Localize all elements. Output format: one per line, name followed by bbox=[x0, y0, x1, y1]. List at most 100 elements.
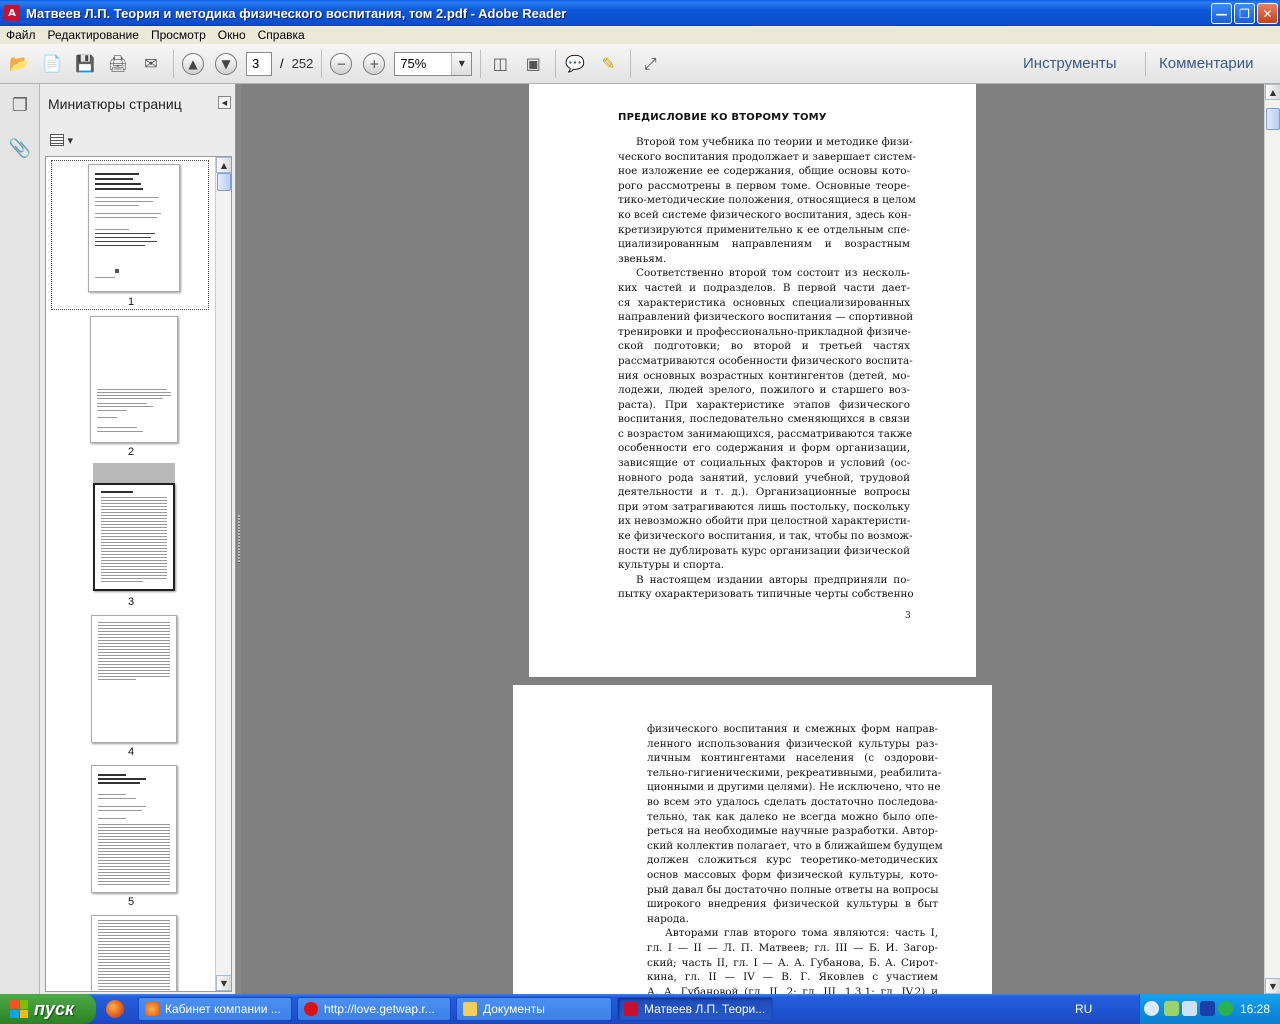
window-title: Матвеев Л.П. Теория и методика физическо… bbox=[26, 5, 567, 21]
page-count: 252 bbox=[291, 56, 314, 71]
tray-antivirus-icon[interactable] bbox=[1164, 1001, 1179, 1016]
zoom-select[interactable]: 75% ▼ bbox=[394, 51, 473, 76]
network-icon[interactable] bbox=[1182, 1001, 1197, 1016]
zoom-out-button[interactable]: − bbox=[327, 50, 355, 78]
highlight-icon[interactable]: ✎ bbox=[594, 50, 622, 78]
scrollbar-thumb[interactable] bbox=[217, 173, 231, 191]
menu-window[interactable]: Окно bbox=[212, 28, 252, 42]
thumbnail-label: 4 bbox=[127, 746, 135, 758]
firefox-icon[interactable] bbox=[106, 1000, 124, 1018]
thumbnail-page-6[interactable] bbox=[46, 913, 216, 991]
windows-logo-icon bbox=[10, 1000, 28, 1018]
create-pdf-icon[interactable]: 📄 bbox=[38, 50, 66, 78]
thumbnail-page-1[interactable]: 1 bbox=[46, 160, 216, 312]
page-thumbnails-icon[interactable]: ❐ bbox=[9, 94, 31, 116]
pdf-icon: A bbox=[4, 5, 20, 21]
thumbnail-list[interactable]: 1 2 3 4 5 ▲ ▼ bbox=[45, 156, 232, 992]
thumbnail-page-3[interactable]: 3 bbox=[46, 463, 216, 613]
system-tray: 16:28 bbox=[1139, 994, 1280, 1024]
scroll-up-icon[interactable]: ▲ bbox=[1265, 84, 1280, 100]
scrollbar-thumb[interactable] bbox=[1266, 108, 1280, 130]
email-icon[interactable]: ✉ bbox=[137, 50, 165, 78]
thumbnail-page-2[interactable]: 2 bbox=[46, 313, 216, 463]
thumbnail-image bbox=[91, 915, 177, 991]
print-icon[interactable]: 🖨 bbox=[104, 50, 132, 78]
thumbnail-options-button[interactable]: ▾ bbox=[50, 132, 76, 148]
taskbar-item-documents[interactable]: Документы bbox=[456, 997, 612, 1021]
document-scrollbar[interactable]: ▲ ▼ bbox=[1264, 84, 1280, 994]
next-page-button[interactable]: ▼ bbox=[212, 50, 240, 78]
document-view[interactable]: ПРЕДИСЛОВИЕ КО ВТОРОМУ ТОМУ Второй том у… bbox=[237, 84, 1264, 994]
page-number: 3 bbox=[905, 611, 911, 621]
zoom-in-button[interactable]: + bbox=[360, 50, 388, 78]
start-label: пуск bbox=[34, 998, 75, 1019]
page-separator: / bbox=[280, 56, 284, 71]
options-icon bbox=[50, 134, 64, 146]
collapse-pane-button[interactable]: ◀ bbox=[218, 96, 231, 109]
page-number-input[interactable]: 3 bbox=[246, 51, 272, 76]
thumbnail-image bbox=[88, 164, 180, 292]
thumbnails-scrollbar[interactable]: ▲ ▼ bbox=[215, 157, 231, 991]
scroll-down-icon[interactable]: ▼ bbox=[216, 975, 231, 991]
pdf-page-4: физического воспитания и смежных форм на… bbox=[513, 685, 992, 994]
taskbar-item-cabinet[interactable]: Кабинет компании ... bbox=[138, 997, 292, 1021]
thumbnail-page-4[interactable]: 4 bbox=[46, 613, 216, 763]
save-icon[interactable]: 💾 bbox=[71, 50, 99, 78]
firefox-icon bbox=[145, 1002, 159, 1016]
icq-icon[interactable] bbox=[1218, 1001, 1233, 1016]
minus-icon: − bbox=[330, 52, 353, 75]
tray-arrow-icon[interactable] bbox=[1144, 1001, 1159, 1016]
toolbar: 📂 📄 💾 🖨 ✉ ▲ ▼ 3 / 252 − + 75% ▼ ◫ ▣ 💬 ✎ … bbox=[0, 44, 1280, 84]
thumbnail-label: 1 bbox=[127, 296, 135, 308]
chevron-down-icon[interactable]: ▼ bbox=[451, 52, 472, 75]
pdf-page-3: ПРЕДИСЛОВИЕ КО ВТОРОМУ ТОМУ Второй том у… bbox=[529, 84, 976, 677]
thumbnail-label: 2 bbox=[127, 446, 135, 458]
menu-view[interactable]: Просмотр bbox=[145, 28, 212, 42]
zoom-value: 75% bbox=[400, 56, 427, 71]
arrow-up-icon: ▲ bbox=[182, 52, 204, 75]
navigation-strip: ❐ 📎 bbox=[0, 84, 40, 994]
previous-page-button[interactable]: ▲ bbox=[179, 50, 207, 78]
splitter-grip-icon[interactable] bbox=[238, 515, 240, 563]
language-indicator[interactable]: RU bbox=[1075, 1002, 1092, 1016]
taskbar-item-browser[interactable]: http://love.getwap.r... bbox=[297, 997, 451, 1021]
menu-file[interactable]: Файл bbox=[0, 28, 42, 42]
tray-ru-icon[interactable] bbox=[1200, 1001, 1215, 1016]
close-button[interactable]: ✕ bbox=[1257, 3, 1278, 24]
thumbnail-page-5[interactable]: 5 bbox=[46, 763, 216, 913]
thumbnail-image bbox=[91, 765, 177, 893]
comments-link[interactable]: Комментарии bbox=[1159, 55, 1253, 72]
fit-width-icon[interactable]: ◫ bbox=[486, 50, 514, 78]
page-body-text: Второй том учебника по теории и методике… bbox=[618, 136, 916, 601]
page-heading: ПРЕДИСЛОВИЕ КО ВТОРОМУ ТОМУ bbox=[618, 112, 827, 123]
tools-link[interactable]: Инструменты bbox=[1023, 55, 1117, 72]
thumbnail-image bbox=[93, 483, 175, 591]
folder-icon bbox=[463, 1002, 477, 1016]
clock: 16:28 bbox=[1239, 1002, 1270, 1016]
opera-icon bbox=[304, 1002, 318, 1016]
start-button[interactable]: пуск bbox=[0, 994, 96, 1024]
plus-icon: + bbox=[363, 52, 386, 75]
menu-help[interactable]: Справка bbox=[252, 28, 311, 42]
full-screen-icon[interactable]: ⤢ bbox=[636, 50, 664, 78]
title-bar[interactable]: A Матвеев Л.П. Теория и методика физичес… bbox=[0, 0, 1280, 26]
arrow-down-icon: ▼ bbox=[215, 52, 237, 75]
scroll-up-icon[interactable]: ▲ bbox=[216, 157, 231, 173]
taskbar-item-adobe-reader[interactable]: Матвеев Л.П. Теори... bbox=[617, 997, 773, 1021]
scroll-down-icon[interactable]: ▼ bbox=[1265, 978, 1280, 994]
thumbnail-image bbox=[91, 615, 177, 743]
comment-bubble-icon[interactable]: 💬 bbox=[561, 50, 589, 78]
thumbnail-image bbox=[90, 316, 178, 443]
menu-edit[interactable]: Редактирование bbox=[42, 28, 145, 42]
thumbnail-label: 5 bbox=[127, 896, 135, 908]
open-file-icon[interactable]: 📂 bbox=[5, 50, 33, 78]
pdf-icon bbox=[624, 1002, 638, 1016]
menu-bar: Файл Редактирование Просмотр Окно Справк… bbox=[0, 26, 1280, 44]
taskbar: пуск Кабинет компании ... http://love.ge… bbox=[0, 994, 1280, 1024]
attachments-icon[interactable]: 📎 bbox=[9, 137, 31, 159]
thumbnails-title: Миниатюры страниц bbox=[48, 96, 182, 112]
minimize-button[interactable]: — bbox=[1211, 3, 1232, 24]
maximize-button[interactable]: ❐ bbox=[1234, 3, 1255, 24]
thumbnails-pane: Миниатюры страниц ◀ ▾ 1 2 3 4 5 ▲ ▼ bbox=[40, 84, 236, 994]
fit-page-icon[interactable]: ▣ bbox=[519, 50, 547, 78]
